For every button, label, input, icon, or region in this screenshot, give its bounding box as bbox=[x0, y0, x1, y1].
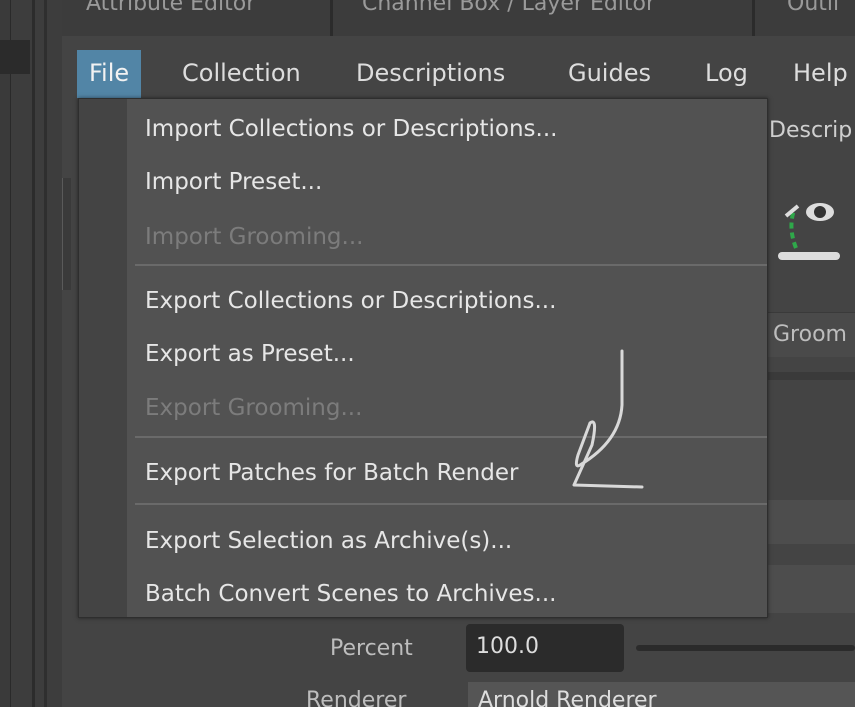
menu-bar: File Collection Descriptions Guides Log … bbox=[62, 50, 855, 98]
panel-row bbox=[768, 500, 855, 544]
tab-separator bbox=[330, 0, 333, 36]
panel-divider[interactable] bbox=[32, 0, 35, 707]
menu-item-export-grooming: Export Grooming... bbox=[145, 395, 363, 421]
menu-guides[interactable]: Guides bbox=[556, 50, 663, 98]
menu-separator bbox=[135, 503, 767, 505]
menu-file[interactable]: File bbox=[77, 50, 142, 98]
collapse-handle[interactable] bbox=[62, 178, 71, 290]
percent-slider[interactable] bbox=[636, 645, 855, 651]
tab-attribute-editor[interactable]: Attribute Editor bbox=[86, 0, 255, 22]
menu-descriptions[interactable]: Descriptions bbox=[344, 50, 517, 98]
menu-item-export-selection-archive[interactable]: Export Selection as Archive(s)... bbox=[145, 519, 512, 563]
menu-item-import-grooming: Import Grooming... bbox=[145, 224, 364, 250]
file-menu-dropdown: Import Collections or Descriptions... Im… bbox=[78, 98, 768, 618]
panel-tabs: Attribute Editor Channel Box / Layer Edi… bbox=[62, 0, 855, 36]
percent-label: Percent bbox=[330, 636, 413, 661]
tab-separator bbox=[752, 0, 755, 36]
menu-item-batch-convert-scenes[interactable]: Batch Convert Scenes to Archives... bbox=[145, 572, 556, 616]
menu-separator bbox=[135, 264, 767, 266]
panel-row bbox=[768, 565, 855, 613]
menu-log[interactable]: Log bbox=[693, 50, 760, 98]
dark-slot bbox=[0, 40, 30, 74]
left-panel-strip bbox=[0, 0, 62, 707]
menu-item-export-preset[interactable]: Export as Preset... bbox=[145, 332, 355, 376]
percent-value: 100.0 bbox=[476, 634, 539, 659]
panel-divider-line bbox=[768, 372, 855, 380]
renderer-value: Arnold Renderer bbox=[478, 688, 657, 707]
panel-edge bbox=[0, 0, 11, 707]
tab-channel-box-layer-editor[interactable]: Channel Box / Layer Editor bbox=[362, 0, 655, 22]
panel-divider-2[interactable] bbox=[44, 0, 47, 707]
menu-item-export-patches-batch-render[interactable]: Export Patches for Batch Render bbox=[145, 451, 518, 495]
menu-help[interactable]: Help bbox=[781, 50, 855, 98]
description-label: Descrip bbox=[769, 118, 853, 143]
xgen-window: Attribute Editor Channel Box / Layer Edi… bbox=[0, 0, 855, 707]
menu-item-import-preset[interactable]: Import Preset... bbox=[145, 160, 322, 204]
grooming-label: Groom bbox=[773, 322, 847, 347]
menu-collection[interactable]: Collection bbox=[170, 50, 313, 98]
renderer-label: Renderer bbox=[306, 688, 407, 707]
menu-separator bbox=[135, 436, 767, 438]
menu-gutter bbox=[79, 99, 127, 617]
menu-item-import-collections[interactable]: Import Collections or Descriptions... bbox=[145, 107, 557, 151]
groom-tool-icon[interactable] bbox=[776, 190, 846, 270]
tab-outliner[interactable]: Outli bbox=[787, 0, 839, 22]
menu-item-export-collections[interactable]: Export Collections or Descriptions... bbox=[145, 279, 556, 323]
